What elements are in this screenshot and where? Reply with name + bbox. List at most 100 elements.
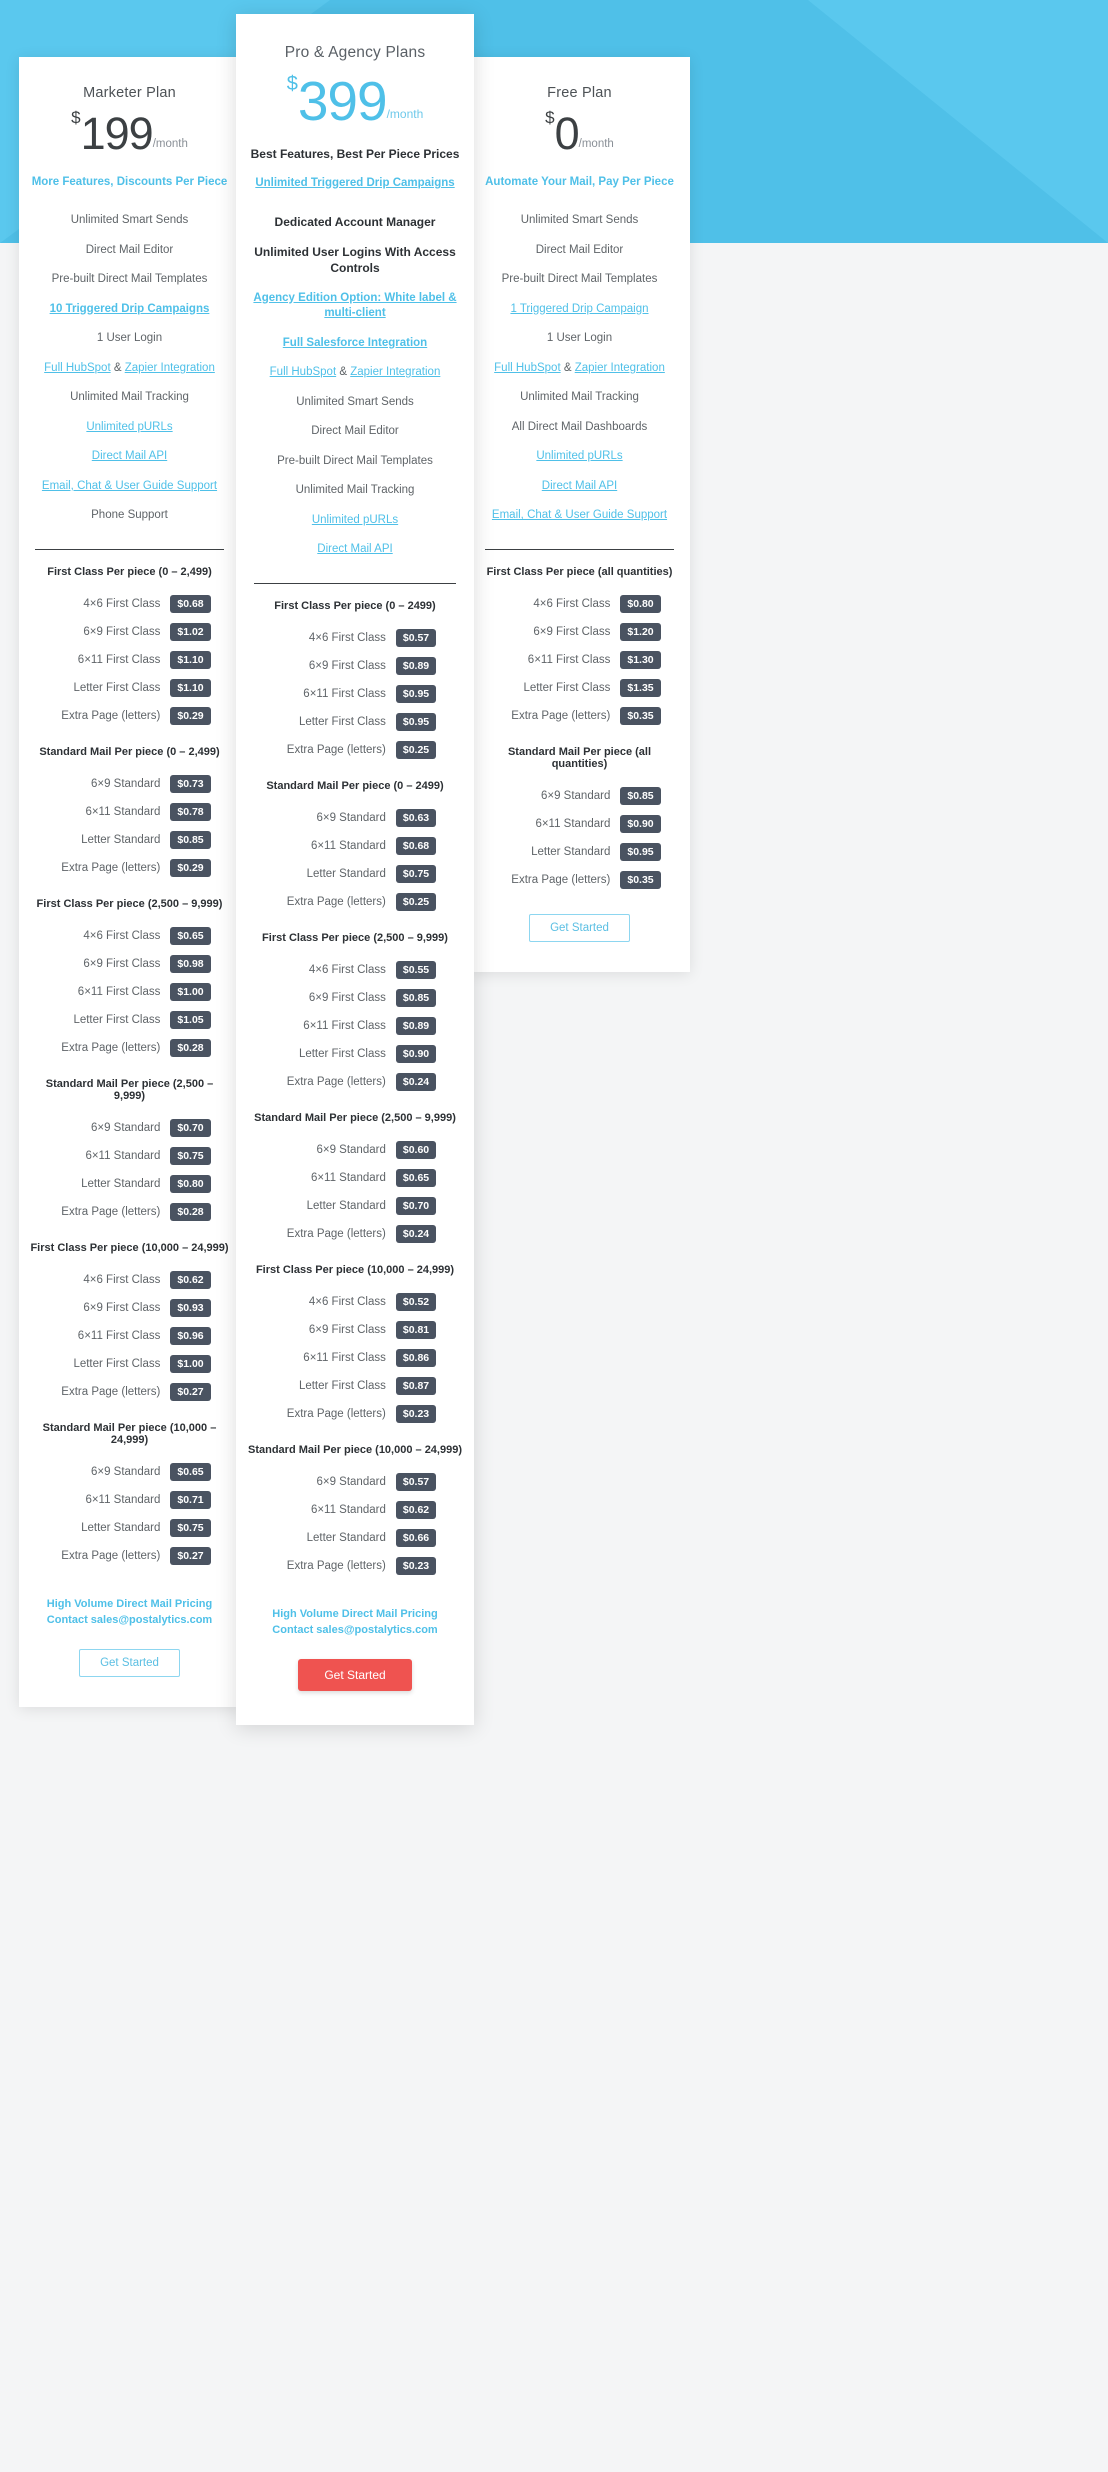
feature-link[interactable]: Unlimited pURLs xyxy=(86,421,172,433)
feature-link[interactable]: Agency Edition Option: White label & mul… xyxy=(253,292,456,320)
price-row-label: 4×6 First Class xyxy=(308,631,386,644)
hubspot-link[interactable]: Full HubSpot xyxy=(270,366,336,378)
price-row: Letter First Class $1.00 xyxy=(29,1350,230,1378)
feature-item[interactable]: Agency Edition Option: White label & mul… xyxy=(248,284,462,329)
tier-title: First Class Per piece (0 – 2499) xyxy=(274,599,436,612)
price-row: Letter First Class $0.95 xyxy=(248,708,462,736)
price-badge: $0.71 xyxy=(170,1490,211,1509)
feature-link[interactable]: Email, Chat & User Guide Support xyxy=(492,509,667,521)
zapier-link[interactable]: Zapier Integration xyxy=(575,362,665,374)
tier-title: First Class Per piece (all quantities) xyxy=(486,565,673,578)
plan-tagline: Unlimited Triggered Drip Campaigns xyxy=(255,177,455,189)
price-row: 6×11 First Class $0.89 xyxy=(248,1012,462,1040)
feature-item: Pre-built Direct Mail Templates xyxy=(277,454,433,467)
feature-item[interactable]: Direct Mail API xyxy=(479,472,680,502)
price-row-label: 6×11 First Class xyxy=(77,1329,161,1342)
hubspot-link[interactable]: Full HubSpot xyxy=(44,362,110,374)
price-row-label: 6×11 First Class xyxy=(303,1351,386,1364)
tier-title: First Class Per piece (10,000 – 24,999) xyxy=(255,1263,455,1276)
zapier-link[interactable]: Zapier Integration xyxy=(350,366,440,378)
price-row-label: Extra Page (letters) xyxy=(61,1041,161,1054)
feature-item[interactable]: Email, Chat & User Guide Support xyxy=(29,472,230,502)
price-row: 6×11 Standard $0.62 xyxy=(248,1496,462,1524)
feature-item[interactable]: Full HubSpot & Zapier Integration xyxy=(479,354,680,384)
price-row-label: 6×11 Standard xyxy=(310,1503,386,1516)
currency-symbol: $ xyxy=(286,73,298,95)
feature-item[interactable]: 10 Triggered Drip Campaigns xyxy=(29,295,230,325)
price-row: 6×11 Standard $0.68 xyxy=(248,832,462,860)
feature-list: Unlimited Smart Sends Direct Mail Editor P… xyxy=(29,206,230,531)
get-started-button[interactable]: Get Started xyxy=(79,1648,180,1677)
price-row-label: Letter First Class xyxy=(73,681,161,694)
contact-line-2: Contact sales@postalytics.com xyxy=(46,1614,213,1627)
plan-price: $399/month xyxy=(248,69,462,133)
feature-link[interactable]: Direct Mail API xyxy=(317,543,392,555)
feature-item[interactable]: Full Salesforce Integration xyxy=(248,329,462,359)
price-row: Extra Page (letters) $0.28 xyxy=(29,1034,230,1062)
feature-item[interactable]: Full HubSpot & Zapier Integration xyxy=(248,358,462,388)
price-row-label: 6×11 First Class xyxy=(303,1019,386,1032)
feature-item: Unlimited Mail Tracking xyxy=(520,391,639,404)
currency-symbol: $ xyxy=(71,108,81,127)
zapier-link[interactable]: Zapier Integration xyxy=(125,362,215,374)
price-badge: $1.30 xyxy=(620,650,661,669)
price-row: 6×9 First Class $0.98 xyxy=(29,950,230,978)
price-badge: $1.05 xyxy=(170,1010,211,1029)
price-row: 6×11 First Class $1.30 xyxy=(479,646,680,674)
price-row-label: Letter Standard xyxy=(81,833,161,846)
feature-link[interactable]: 1 Triggered Drip Campaign xyxy=(510,303,648,315)
price-badge: $0.90 xyxy=(395,1044,437,1063)
price-row: 6×9 First Class $0.85 xyxy=(248,984,462,1012)
feature-list: Dedicated Account Manager Unlimited User … xyxy=(248,207,462,565)
price-row: 4×6 First Class $0.57 xyxy=(248,624,462,652)
price-badge: $0.85 xyxy=(170,830,211,849)
price-badge: $0.25 xyxy=(395,892,437,911)
price-badge: $0.68 xyxy=(170,594,211,613)
price-row-label: 6×11 First Class xyxy=(527,653,611,666)
feature-item[interactable]: Full HubSpot & Zapier Integration xyxy=(29,354,230,384)
feature-item[interactable]: 1 Triggered Drip Campaign xyxy=(479,295,680,325)
price-row: Letter First Class $1.35 xyxy=(479,674,680,702)
price-badge: $0.23 xyxy=(395,1556,437,1575)
feature-link[interactable]: Direct Mail API xyxy=(92,450,167,462)
tier-title: Standard Mail Per piece (0 – 2,499) xyxy=(39,745,220,758)
price-badge: $0.70 xyxy=(170,1118,211,1137)
feature-item: All Direct Mail Dashboards xyxy=(511,420,648,433)
price-row-label: 4×6 First Class xyxy=(533,597,611,610)
price-badge: $0.27 xyxy=(170,1546,211,1565)
price-row-label: 6×9 Standard xyxy=(316,1475,386,1488)
hubspot-link[interactable]: Full HubSpot xyxy=(494,362,560,374)
feature-link[interactable]: 10 Triggered Drip Campaigns xyxy=(50,303,210,315)
feature-item[interactable]: Direct Mail API xyxy=(248,535,462,565)
feature-item[interactable]: Unlimited pURLs xyxy=(479,442,680,472)
tier-title: Standard Mail Per piece (10,000 – 24,999… xyxy=(248,1443,463,1456)
get-started-button[interactable]: Get Started xyxy=(529,913,630,942)
feature-link[interactable]: Full Salesforce Integration xyxy=(283,337,427,349)
price-badge: $0.57 xyxy=(395,628,437,647)
feature-item[interactable]: Unlimited pURLs xyxy=(248,506,462,536)
feature-item[interactable]: Direct Mail API xyxy=(29,442,230,472)
price-row: 4×6 First Class $0.80 xyxy=(479,590,680,618)
price-row: 6×11 First Class $1.10 xyxy=(29,646,230,674)
price-row-label: 4×6 First Class xyxy=(83,597,161,610)
price-row-label: 6×9 First Class xyxy=(308,1323,386,1336)
feature-link[interactable]: Unlimited pURLs xyxy=(536,450,622,462)
price-row: Extra Page (letters) $0.28 xyxy=(29,1198,230,1226)
price-badge: $0.63 xyxy=(395,808,437,827)
price-row-label: Extra Page (letters) xyxy=(286,1407,386,1420)
price-row-label: Letter First Class xyxy=(73,1013,161,1026)
price-period: /month xyxy=(386,107,424,121)
tier-title: First Class Per piece (2,500 – 9,999) xyxy=(36,897,223,910)
plan-title: Free Plan xyxy=(547,85,612,101)
price-row-label: Letter Standard xyxy=(81,1177,161,1190)
feature-link[interactable]: Direct Mail API xyxy=(542,480,617,492)
price-row: 4×6 First Class $0.55 xyxy=(248,956,462,984)
get-started-button[interactable]: Get Started xyxy=(298,1658,412,1691)
feature-link[interactable]: Email, Chat & User Guide Support xyxy=(42,480,217,492)
feature-item[interactable]: Email, Chat & User Guide Support xyxy=(479,501,680,531)
currency-symbol: $ xyxy=(545,108,555,127)
feature-link[interactable]: Unlimited pURLs xyxy=(312,514,398,526)
feature-item[interactable]: Unlimited pURLs xyxy=(29,413,230,443)
price-badge: $0.65 xyxy=(170,1462,211,1481)
price-row: 6×11 Standard $0.78 xyxy=(29,798,230,826)
